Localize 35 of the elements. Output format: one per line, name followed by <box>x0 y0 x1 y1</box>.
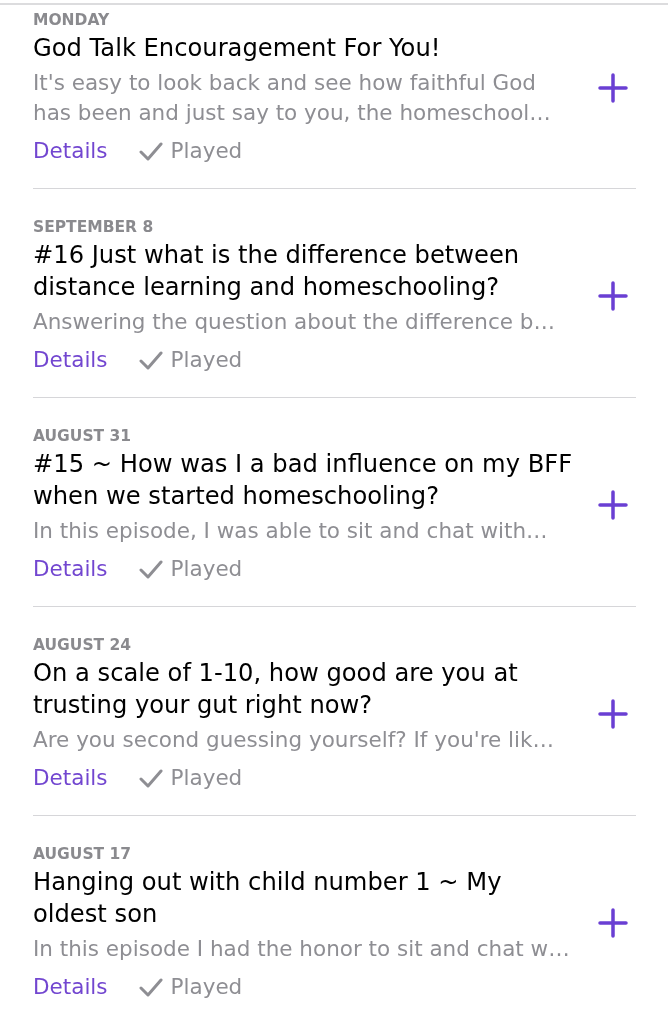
episode-description: In this episode I had the honor to sit and chat w… <box>33 935 571 963</box>
episode-description: In this episode, I was able to sit and chat with… <box>33 517 549 545</box>
episode-description: Answering the question about the difference b… <box>33 308 556 336</box>
add-button[interactable] <box>598 699 628 729</box>
add-button[interactable] <box>598 73 628 103</box>
episode-date: AUGUST 24 <box>33 635 133 655</box>
episode-title: #15 ~ How was I a bad influence on my BFF when we started homeschooling? <box>33 449 574 512</box>
add-button[interactable] <box>598 908 628 938</box>
played-label: Played <box>170 555 243 583</box>
played-label: Played <box>170 764 243 792</box>
plus-icon <box>598 908 628 938</box>
details-link[interactable]: Details <box>33 763 108 793</box>
plus-icon <box>598 281 628 311</box>
details-link[interactable]: Details <box>33 972 108 1002</box>
episode-date: AUGUST 17 <box>33 844 133 864</box>
plus-icon <box>598 699 628 729</box>
episode-title: Hanging out with child number 1 ~ My oldest son <box>33 867 503 930</box>
add-button[interactable] <box>598 281 628 311</box>
episode-date: AUGUST 31 <box>33 426 133 446</box>
played-label: Played <box>170 973 243 1001</box>
plus-icon <box>598 73 628 103</box>
episode-title: God Talk Encouragement For You! <box>33 33 442 64</box>
played-label: Played <box>170 137 243 165</box>
details-link[interactable]: Details <box>33 345 108 375</box>
episode-title: On a scale of 1-10, how good are you at trusting your gut right now? <box>33 658 519 721</box>
add-button[interactable] <box>598 490 628 520</box>
plus-icon <box>598 490 628 520</box>
episode-description: It's easy to look back and see how faithful God has been and just say to you, the homeschool… <box>33 69 552 127</box>
episode-date: MONDAY <box>33 10 111 30</box>
episode-title: #16 Just what is the difference between distance learning and homeschooling? <box>33 240 521 303</box>
details-link[interactable]: Details <box>33 136 108 166</box>
details-link[interactable]: Details <box>33 554 108 584</box>
played-label: Played <box>170 346 243 374</box>
episode-date: SEPTEMBER 8 <box>33 217 155 237</box>
episode-description: Are you second guessing yourself? If you're lik… <box>33 726 556 754</box>
